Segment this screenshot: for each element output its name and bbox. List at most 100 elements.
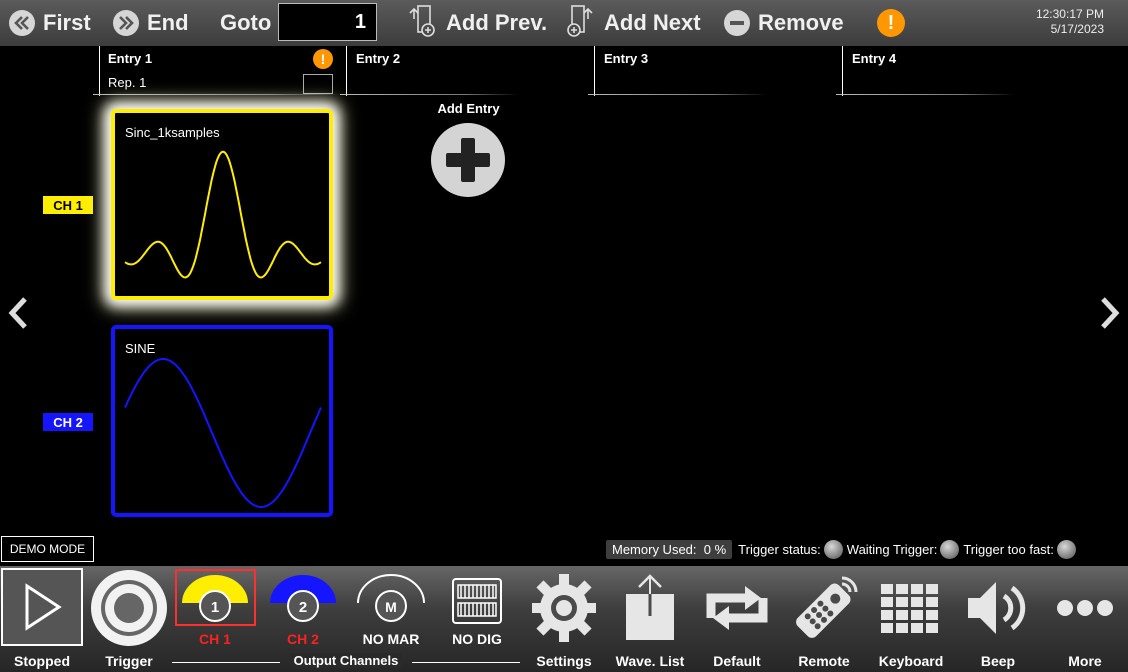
repetition-checkbox[interactable] (303, 74, 333, 94)
entry-3-title[interactable]: Entry 3 (604, 51, 648, 66)
keyboard-label: Keyboard (878, 653, 944, 669)
keyboard-button[interactable]: Keyboard (871, 566, 951, 672)
warning-icon: ! (877, 9, 905, 37)
marker-channel-icon: M (357, 574, 425, 622)
wave-list-button[interactable]: Wave. List (610, 566, 690, 672)
ch2-tag: CH 2 (43, 413, 93, 431)
trigger-too-fast-label: Trigger too fast: (963, 541, 1054, 557)
more-dots-icon (1057, 600, 1113, 616)
scroll-left-button[interactable] (6, 296, 30, 334)
speaker-icon (968, 582, 1026, 634)
end-label: End (147, 10, 189, 35)
repeat-icon (706, 586, 768, 630)
ch2-waveform-name: SINE (125, 341, 156, 356)
memory-used: Memory Used: 0 % (606, 539, 733, 559)
entry-warning-icon[interactable]: ! (313, 49, 333, 69)
svg-text:1: 1 (211, 599, 219, 616)
entry-column-divider (594, 46, 595, 96)
marker-output-label: NO MAR (362, 631, 420, 647)
remote-control-icon (796, 576, 858, 638)
digital-output-label: NO DIG (452, 631, 502, 647)
chevron-left-icon (8, 297, 27, 329)
end-button[interactable]: End (113, 0, 189, 46)
export-icon (626, 574, 674, 640)
sinc-waveform-icon (124, 150, 322, 279)
entry-column-divider (99, 46, 100, 96)
warning-button[interactable]: ! (877, 0, 905, 46)
first-label: First (43, 10, 91, 35)
ch1-waveform-card[interactable]: Sinc_1ksamples (111, 109, 333, 300)
ch2-channel-icon: 2 (270, 575, 336, 622)
entry-4-title[interactable]: Entry 4 (852, 51, 896, 66)
ch2-output-label: CH 2 (287, 631, 319, 647)
first-button[interactable]: First (9, 0, 91, 46)
remote-label: Remote (798, 653, 850, 669)
status-row: Memory Used: 0 % Trigger status: Waiting… (606, 538, 1080, 560)
entry-2-title[interactable]: Entry 2 (356, 51, 400, 66)
add-next-button[interactable]: Add Next (564, 0, 701, 46)
svg-text:2: 2 (299, 599, 307, 616)
remove-label: Remove (758, 10, 844, 35)
trigger-button[interactable]: Trigger (88, 566, 170, 672)
entry-separator (588, 94, 768, 95)
memory-value: 0 % (703, 541, 727, 557)
add-prev-button[interactable]: Add Prev. (406, 0, 547, 46)
remove-button[interactable]: Remove (724, 0, 844, 46)
waiting-trigger-label: Waiting Trigger: (846, 541, 938, 557)
add-next-label: Add Next (604, 10, 701, 35)
sine-waveform-icon (124, 358, 322, 508)
beep-button[interactable]: Beep (958, 566, 1038, 672)
more-label: More (1068, 653, 1102, 669)
stopped-label: Stopped (14, 653, 70, 669)
trigger-too-fast-led-icon (1056, 539, 1076, 559)
trigger-icon (91, 570, 167, 646)
settings-label: Settings (536, 653, 592, 669)
keypad-icon (881, 584, 938, 633)
gear-icon (532, 574, 596, 642)
add-prev-icon (406, 3, 438, 43)
demo-mode-badge: DEMO MODE (1, 536, 94, 562)
default-button[interactable]: Default (697, 566, 777, 672)
play-icon (25, 583, 62, 631)
add-prev-label: Add Prev. (446, 10, 548, 35)
add-next-icon (564, 3, 596, 43)
waiting-trigger-led-icon (940, 539, 960, 559)
remote-button[interactable]: Remote (784, 566, 864, 672)
more-button[interactable]: More (1045, 566, 1125, 672)
ch1-waveform-name: Sinc_1ksamples (125, 125, 220, 140)
repetition-label: Rep. 1 (108, 75, 147, 90)
ch1-channel-icon: 1 (182, 575, 248, 622)
run-stop-button[interactable]: Stopped (0, 566, 84, 672)
chevron-right-icon (1101, 297, 1120, 329)
entry-1-title[interactable]: Entry 1 (108, 51, 152, 66)
entry-separator (93, 94, 343, 95)
digital-chip-icon (452, 578, 502, 624)
settings-button[interactable]: Settings (524, 566, 604, 672)
entry-column-divider (346, 46, 347, 96)
entry-separator (836, 94, 1016, 95)
clock: 12:30:17 PM 5/17/2023 (1036, 7, 1104, 37)
plus-icon (446, 138, 490, 182)
output-channels-group: Output Channels (172, 653, 520, 671)
double-chevron-right-icon (113, 10, 139, 36)
trigger-status-led-icon (823, 539, 843, 559)
svg-text:M: M (385, 599, 397, 615)
add-entry-button[interactable] (431, 123, 505, 197)
default-label: Default (713, 653, 761, 669)
double-chevron-left-icon (9, 10, 35, 36)
trigger-label: Trigger (105, 653, 153, 669)
ch1-output-label: CH 1 (199, 631, 231, 647)
clock-date: 5/17/2023 (1050, 22, 1104, 36)
ch2-waveform-card[interactable]: SINE (111, 325, 333, 517)
wave-list-label: Wave. List (615, 653, 685, 669)
goto-input[interactable]: 1 (278, 3, 377, 41)
trigger-status-label: Trigger status: (738, 541, 821, 557)
play-frame (1, 568, 83, 646)
entry-column-divider (842, 46, 843, 96)
scroll-right-button[interactable] (1098, 296, 1122, 334)
ch1-tag: CH 1 (43, 196, 93, 214)
add-entry-label: Add Entry (437, 101, 500, 116)
clock-time: 12:30:17 PM (1035, 7, 1104, 21)
entry-separator (340, 94, 520, 95)
beep-label: Beep (980, 653, 1016, 669)
